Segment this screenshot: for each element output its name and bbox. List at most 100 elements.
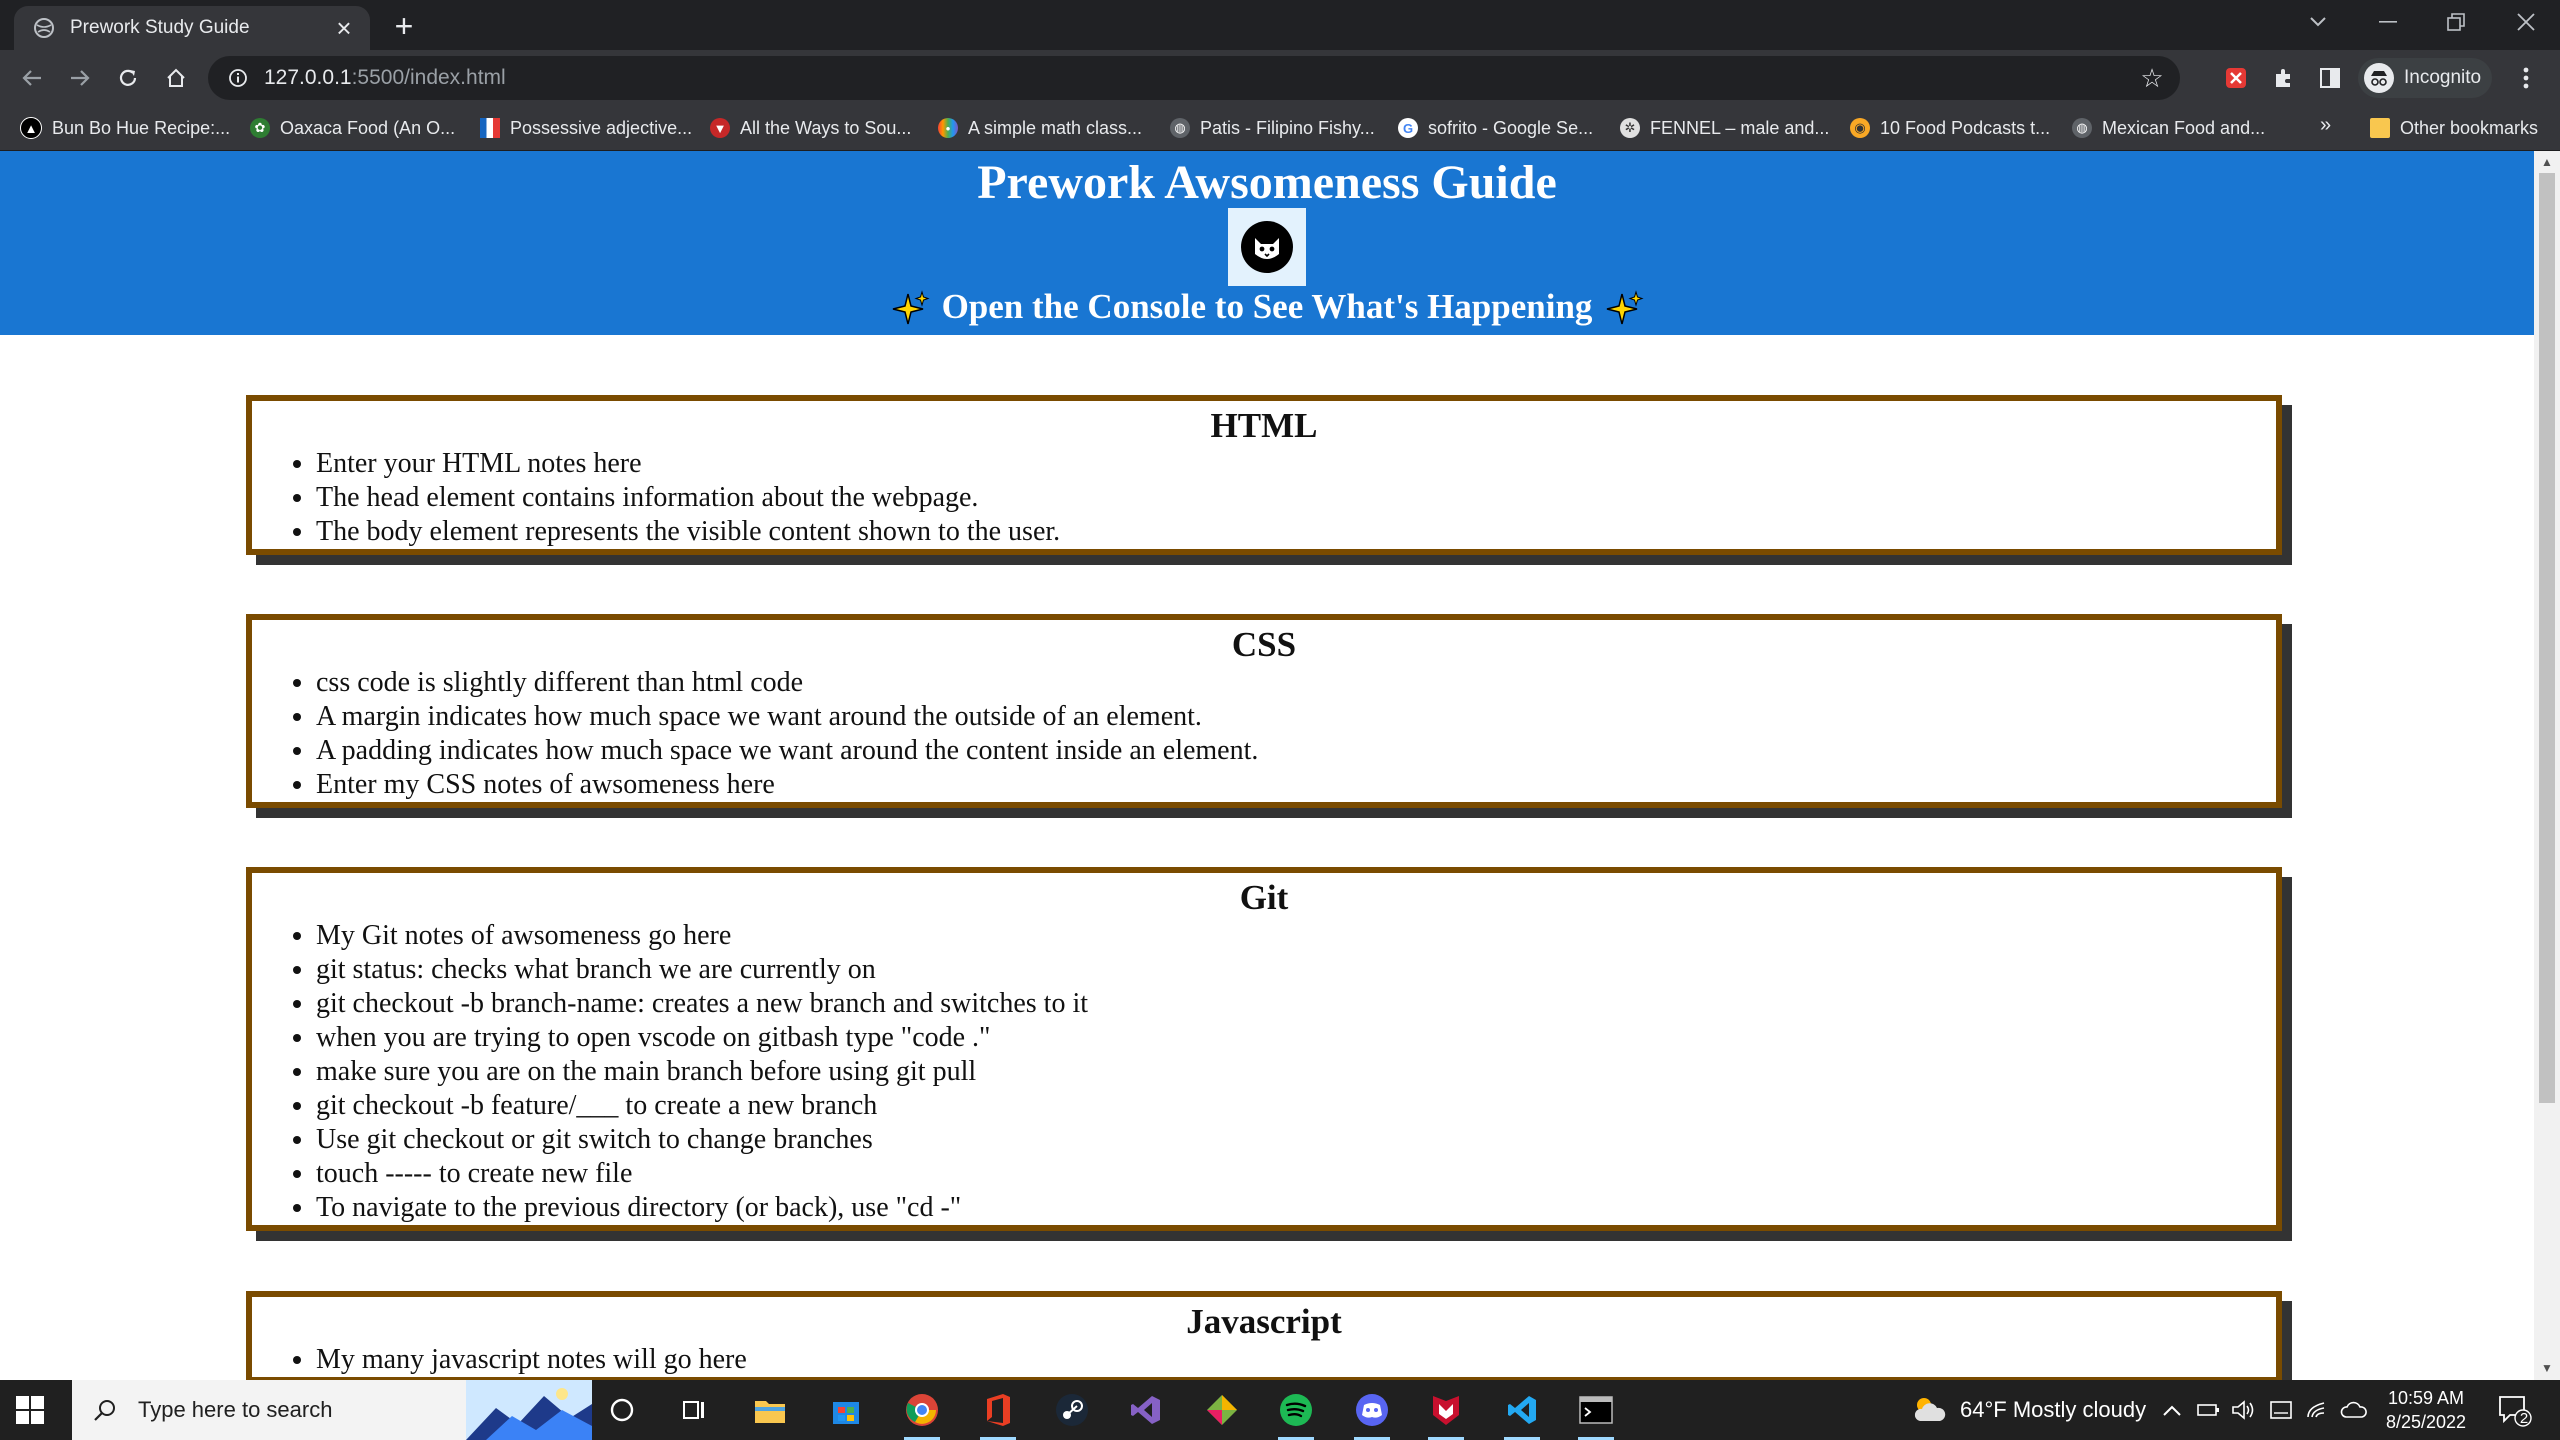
battery-icon[interactable] — [2196, 1380, 2222, 1440]
new-tab-button[interactable]: + — [388, 10, 420, 42]
cortana-icon[interactable] — [600, 1388, 644, 1432]
bookmark-item[interactable]: G sofrito - Google Se... — [1398, 114, 1593, 142]
system-clock[interactable]: 10:59 AM 8/25/2022 — [2376, 1386, 2476, 1434]
notes-list: Enter your HTML notes here The head elem… — [252, 447, 2276, 549]
close-window-icon[interactable] — [2496, 0, 2556, 44]
notes-list: css code is slightly different than html… — [252, 666, 2276, 802]
steam-icon[interactable] — [1050, 1388, 1094, 1432]
incognito-profile-button[interactable]: Incognito — [2358, 58, 2492, 98]
terminal-icon[interactable] — [1574, 1388, 1618, 1440]
mcafee-icon[interactable] — [1424, 1388, 1468, 1440]
list-item: To navigate to the previous directory (o… — [316, 1191, 2276, 1225]
page-header: Prework Awsomeness Guide Open the Consol… — [0, 151, 2534, 335]
section-heading: CSS — [1231, 625, 1297, 664]
nbc-peacock-icon: • — [938, 118, 958, 138]
home-icon[interactable] — [158, 60, 194, 96]
page-scrollbar[interactable]: ▲ ▼ — [2534, 151, 2560, 1380]
cat-logo-icon — [1228, 208, 1306, 286]
bookmark-star-icon[interactable]: ☆ — [2138, 64, 2166, 92]
bookmark-item[interactable]: • A simple math class... — [938, 114, 1142, 142]
windows-start-icon[interactable] — [12, 1392, 48, 1428]
list-item: css code is slightly different than html… — [316, 666, 2276, 700]
list-item: Use git checkout or git switch to change… — [316, 1123, 2276, 1157]
site-info-icon[interactable] — [226, 66, 250, 90]
folder-icon — [2370, 118, 2390, 138]
tab-search-icon[interactable] — [2288, 0, 2348, 44]
bookmark-item[interactable]: Possessive adjective... — [480, 114, 692, 142]
cloudy-weather-icon — [1914, 1398, 1946, 1421]
browser-tab[interactable]: Prework Study Guide × — [14, 6, 370, 50]
taskbar-search-box[interactable]: Type here to search — [72, 1380, 592, 1440]
extensions-puzzle-icon[interactable] — [2266, 60, 2302, 96]
globe-icon: ◍ — [2072, 118, 2092, 138]
extension-red-icon[interactable] — [2218, 60, 2254, 96]
chrome-menu-icon[interactable] — [2508, 60, 2544, 96]
sparkles-icon — [892, 290, 930, 325]
bookmark-item[interactable]: ✲ FENNEL – male and... — [1620, 114, 1829, 142]
discord-icon[interactable] — [1350, 1388, 1394, 1440]
task-view-icon[interactable] — [672, 1388, 716, 1432]
address-bar[interactable]: 127.0.0.1:5500/index.html ☆ — [208, 56, 2180, 100]
weather-widget[interactable]: 64°F Mostly cloudy — [1912, 1380, 2146, 1440]
section-css: CSS css code is slightly different than … — [246, 614, 2282, 808]
more-bookmarks-button[interactable]: » — [2320, 114, 2331, 137]
bookmark-favicon-icon: ◉ — [1850, 118, 1870, 138]
incognito-icon — [2364, 63, 2394, 93]
scrollbar-thumb[interactable] — [2539, 173, 2555, 1103]
clock-date: 8/25/2022 — [2385, 1412, 2467, 1432]
bookmark-favicon-icon: ▼ — [710, 118, 730, 138]
bookmarks-bar: ▲ Bun Bo Hue Recipe:... ✿ Oaxaca Food (A… — [0, 106, 2560, 151]
url-text: 127.0.0.1:5500/index.html — [264, 66, 506, 89]
bookmark-label: All the Ways to Sou... — [740, 117, 912, 138]
notification-count: 2 — [2519, 1410, 2529, 1427]
search-placeholder: Type here to search — [138, 1397, 333, 1422]
globe-icon — [32, 16, 56, 40]
volume-icon[interactable] — [2230, 1380, 2256, 1440]
section-heading: HTML — [1210, 406, 1318, 445]
chrome-icon[interactable] — [900, 1388, 944, 1440]
subtitle-text: Open the Console to See What's Happening — [941, 287, 1593, 326]
keyboard-icon[interactable] — [2268, 1380, 2294, 1440]
list-item: My many javascript notes will go here — [316, 1343, 2276, 1377]
page-title: Prework Awsomeness Guide — [977, 156, 1557, 209]
wifi-icon[interactable] — [2304, 1380, 2330, 1440]
colorful-app-icon[interactable] — [1200, 1388, 1244, 1432]
visual-studio-icon[interactable] — [1124, 1388, 1168, 1432]
browser-toolbar: 127.0.0.1:5500/index.html ☆ Incognito — [0, 50, 2560, 106]
microsoft-store-icon[interactable] — [824, 1388, 868, 1432]
bookmark-favicon-icon: ▲ — [20, 117, 42, 139]
spotify-icon[interactable] — [1274, 1388, 1318, 1440]
onedrive-cloud-icon[interactable] — [2340, 1380, 2368, 1440]
bookmark-item[interactable]: ▼ All the Ways to Sou... — [710, 114, 911, 142]
bookmark-item[interactable]: ◍ Patis - Filipino Fishy... — [1170, 114, 1375, 142]
bookmark-item[interactable]: ✿ Oaxaca Food (An O... — [250, 114, 455, 142]
tab-strip: Prework Study Guide × + — [0, 0, 2560, 50]
bookmark-item[interactable]: ◍ Mexican Food and... — [2072, 114, 2265, 142]
back-icon[interactable] — [14, 60, 50, 96]
vscode-icon[interactable] — [1500, 1388, 1544, 1440]
close-tab-icon[interactable]: × — [326, 10, 362, 46]
bookmark-item[interactable]: ▲ Bun Bo Hue Recipe:... — [20, 114, 230, 142]
list-item: Enter my CSS notes of awsomeness here — [316, 768, 2276, 802]
bookmark-label: Other bookmarks — [2400, 117, 2539, 138]
page-viewport: Prework Awsomeness Guide Open the Consol… — [0, 151, 2534, 1380]
scroll-up-icon[interactable]: ▲ — [2540, 155, 2554, 169]
restore-icon[interactable] — [2426, 0, 2486, 44]
side-panel-icon[interactable] — [2312, 60, 2348, 96]
scroll-down-icon[interactable]: ▼ — [2540, 1361, 2554, 1375]
tab-title: Prework Study Guide — [70, 17, 250, 38]
notifications-button[interactable]: 2 — [2496, 1380, 2532, 1440]
other-bookmarks-folder[interactable]: Other bookmarks — [2370, 114, 2538, 142]
bookmark-item[interactable]: ◉ 10 Food Podcasts t... — [1850, 114, 2050, 142]
minimize-icon[interactable] — [2358, 0, 2418, 44]
office-icon[interactable] — [976, 1388, 1020, 1440]
list-item: A margin indicates how much space we wan… — [316, 700, 2276, 734]
show-hidden-icons-icon[interactable] — [2162, 1380, 2182, 1440]
list-item: The body element represents the visible … — [316, 515, 2276, 549]
forward-icon[interactable] — [62, 60, 98, 96]
file-explorer-icon[interactable] — [748, 1388, 792, 1432]
bookmark-label: Bun Bo Hue Recipe:... — [52, 117, 231, 138]
bookmark-label: FENNEL – male and... — [1650, 117, 1830, 138]
reload-icon[interactable] — [110, 60, 146, 96]
list-item: git status: checks what branch we are cu… — [316, 953, 2276, 987]
